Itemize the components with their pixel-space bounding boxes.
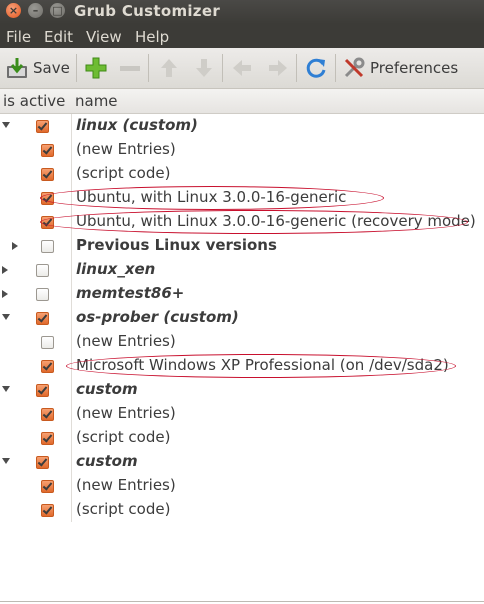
active-checkbox[interactable] [36,264,49,277]
move-right-button[interactable] [266,52,290,84]
active-checkbox[interactable] [41,432,54,445]
entry-label: linux_xen [76,260,156,278]
title-bar: × – □ Grub Customizer [0,0,484,24]
active-checkbox[interactable] [36,288,49,301]
expander-open-icon[interactable] [2,314,10,320]
reload-button[interactable] [304,52,328,84]
active-checkbox[interactable] [41,144,54,157]
entry-label: os-prober (custom) [76,308,239,326]
menu-edit[interactable]: Edit [44,28,73,46]
entry-label: (new Entries) [76,476,176,494]
entry-label: (script code) [76,428,171,446]
entry-label: Previous Linux versions [76,236,277,254]
column-header-name[interactable]: name [71,89,484,114]
move-down-button[interactable] [192,52,216,84]
active-checkbox[interactable] [41,240,54,253]
expander-open-icon[interactable] [2,122,10,128]
arrow-right-icon [269,60,287,76]
active-checkbox[interactable] [36,456,49,469]
tree-row[interactable]: linux_xen [0,258,484,282]
column-header-is-active[interactable]: is active [0,89,74,114]
arrow-down-icon [196,59,212,77]
save-label: Save [33,59,70,77]
tree-row[interactable]: (new Entries) [0,474,484,498]
expander-open-icon[interactable] [2,458,10,464]
menu-help[interactable]: Help [135,28,169,46]
arrow-up-icon [161,59,177,77]
tree-row[interactable]: (new Entries) [0,402,484,426]
tree-row[interactable]: (new Entries) [0,330,484,354]
active-checkbox[interactable] [36,312,49,325]
active-checkbox[interactable] [41,504,54,517]
active-checkbox[interactable] [41,408,54,421]
maximize-icon[interactable]: □ [50,3,65,18]
toolbar-separator [296,54,297,82]
preferences-icon [344,57,365,78]
expander-closed-icon[interactable] [2,266,8,274]
tree-row[interactable]: memtest86+ [0,282,484,306]
menu-bar: File Edit View Help [0,24,484,48]
entry-label: (new Entries) [76,404,176,422]
entry-label: linux (custom) [76,116,198,134]
highlight-ellipse [40,210,468,234]
tree-row[interactable]: (new Entries) [0,138,484,162]
bottom-border [0,601,484,602]
active-checkbox[interactable] [41,168,54,181]
entry-label: (new Entries) [76,332,176,350]
move-up-button[interactable] [157,52,181,84]
tree-row[interactable]: Previous Linux versions [0,234,484,258]
tree-row[interactable]: custom [0,378,484,402]
entry-label: (script code) [76,164,171,182]
entry-label: custom [76,452,138,470]
expander-open-icon[interactable] [2,386,10,392]
tree-row[interactable]: (script code) [0,498,484,522]
toolbar-separator [335,54,336,82]
toolbar-separator [76,54,77,82]
highlight-ellipse [66,354,456,378]
reload-icon [306,58,326,78]
menu-view[interactable]: View [86,28,122,46]
tree-row[interactable]: os-prober (custom) [0,306,484,330]
arrow-left-icon [233,60,251,76]
remove-button[interactable] [118,52,142,84]
save-icon [7,58,27,78]
expander-closed-icon[interactable] [2,290,8,298]
tree-row[interactable]: linux (custom) [0,114,484,138]
remove-icon [120,66,140,71]
active-checkbox[interactable] [41,336,54,349]
entry-label: (script code) [76,500,171,518]
highlight-ellipse [40,186,384,210]
toolbar: Save Preferences [0,48,484,89]
tree-row[interactable]: (script code) [0,426,484,450]
add-icon [85,57,107,79]
save-button[interactable]: Save [5,52,70,84]
entry-label: memtest86+ [76,284,185,302]
minimize-icon[interactable]: – [28,3,43,18]
expander-closed-icon[interactable] [12,242,18,250]
active-checkbox[interactable] [36,120,49,133]
active-checkbox[interactable] [41,360,54,373]
preferences-label: Preferences [370,59,459,77]
active-checkbox[interactable] [36,384,49,397]
close-icon[interactable]: × [6,3,21,18]
entry-label: (new Entries) [76,140,176,158]
tree-row[interactable]: custom [0,450,484,474]
window-title: Grub Customizer [74,2,221,20]
active-checkbox[interactable] [41,480,54,493]
move-left-button[interactable] [230,52,254,84]
add-button[interactable] [84,52,108,84]
tree-row[interactable]: (script code) [0,162,484,186]
menu-file[interactable]: File [6,28,31,46]
toolbar-separator [148,54,149,82]
toolbar-separator [222,54,223,82]
preferences-button[interactable]: Preferences [342,52,458,84]
entry-label: custom [76,380,138,398]
